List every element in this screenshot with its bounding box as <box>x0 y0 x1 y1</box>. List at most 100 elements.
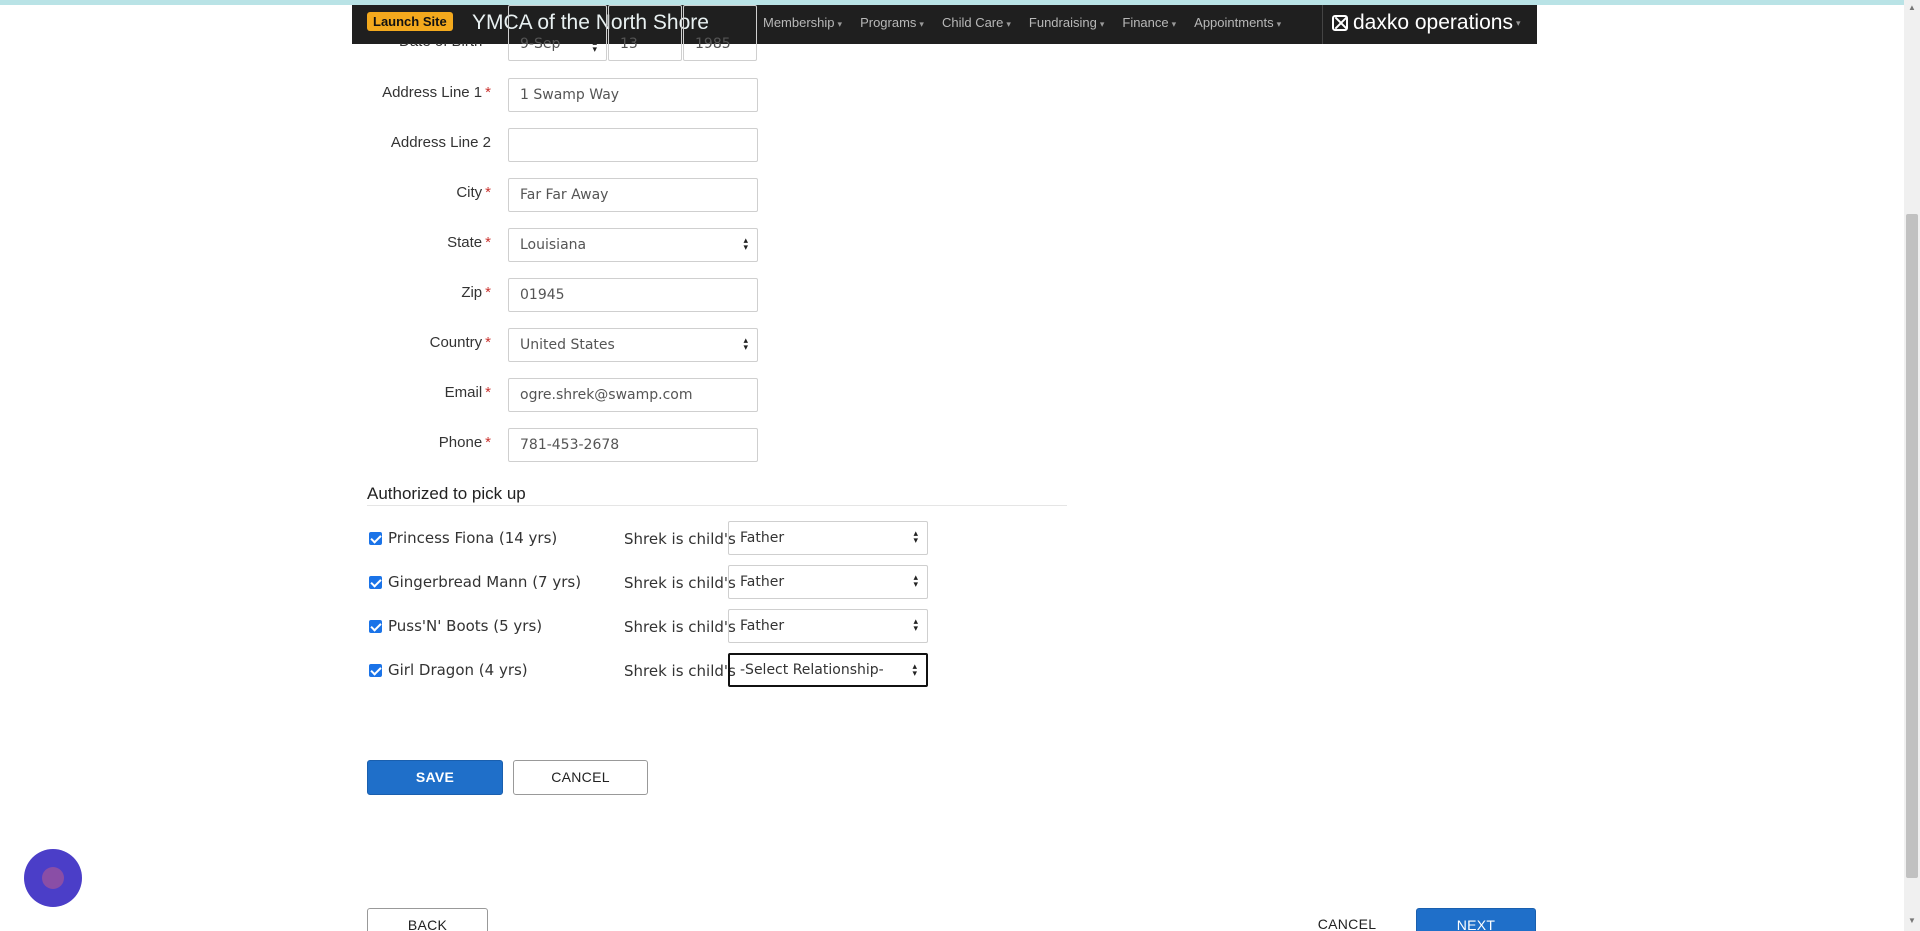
next-button[interactable]: NEXT <box>1416 908 1536 931</box>
relationship-value: -Select Relationship- <box>740 662 884 678</box>
email-input[interactable]: ogre.shrek@swamp.com <box>508 378 758 412</box>
email-row: Email * ogre.shrek@swamp.com <box>367 378 1167 412</box>
child-name: Girl Dragon (4 yrs) <box>388 661 528 679</box>
relation-text: Shrek is child's <box>624 662 736 680</box>
select-arrows-icon: ▴ ▾ <box>743 336 748 353</box>
launch-site-button[interactable]: Launch Site <box>367 12 453 31</box>
scrollbar-thumb[interactable] <box>1906 214 1918 878</box>
nav-divider <box>1322 5 1323 44</box>
zip-input[interactable]: 01945 <box>508 278 758 312</box>
country-value: United States <box>520 337 615 353</box>
relationship-value: Father <box>740 530 785 546</box>
caret-down-icon: ▾ <box>1006 19 1011 29</box>
zip-label: Zip * <box>461 284 491 301</box>
product-name: daxko operations <box>1353 11 1513 34</box>
dob-day-input[interactable]: 13 <box>608 5 682 61</box>
nav-appointments-label: Appointments <box>1194 15 1274 30</box>
select-arrows-icon: ▴ ▾ <box>913 529 918 546</box>
cancel-button[interactable]: CANCEL <box>513 760 648 795</box>
nav-programs[interactable]: Programs ▾ <box>851 5 933 44</box>
child-name: Princess Fiona (14 yrs) <box>388 529 558 547</box>
pickup-row: Girl Dragon (4 yrs) Shrek is child's -Se… <box>367 653 928 687</box>
pickup-checkbox[interactable] <box>369 576 382 589</box>
pickup-section-title: Authorized to pick up <box>367 484 526 503</box>
nav-programs-label: Programs <box>860 15 917 30</box>
relationship-select[interactable]: Father ▴ ▾ <box>728 521 928 555</box>
nav-fundraising-label: Fundraising <box>1028 15 1097 30</box>
relationship-value: Father <box>740 574 785 590</box>
country-label: Country * <box>429 334 491 351</box>
relationship-select[interactable]: -Select Relationship- ▴ ▾ <box>728 653 928 687</box>
daxko-logo-icon <box>1332 15 1348 31</box>
pickup-checkbox[interactable] <box>369 620 382 633</box>
scroll-up-icon[interactable]: ▲ <box>1908 3 1916 12</box>
phone-row: Phone * 781-453-2678 <box>367 428 1167 462</box>
nav-membership-label: Membership <box>763 15 835 30</box>
dob-month-select[interactable]: 9-Sep ▴ ▾ <box>508 5 607 61</box>
phone-input[interactable]: 781-453-2678 <box>508 428 758 462</box>
nav-child-care-label: Child Care <box>941 15 1004 30</box>
address1-row: Address Line 1 * 1 Swamp Way <box>367 78 1167 112</box>
relation-text: Shrek is child's <box>624 618 736 636</box>
caret-down-icon: ▾ <box>1515 17 1521 28</box>
nav-membership[interactable]: Membership ▾ <box>754 5 851 44</box>
city-row: City * Far Far Away <box>367 178 1167 212</box>
pickup-row: Gingerbread Mann (7 yrs) Shrek is child'… <box>367 565 928 599</box>
page-scrollbar[interactable]: ▲ ▼ <box>1904 0 1920 931</box>
scroll-down-icon[interactable]: ▼ <box>1908 916 1916 925</box>
footer-cancel-link[interactable]: CANCEL <box>1300 908 1394 931</box>
product-switcher[interactable]: daxko operations ▾ <box>1332 11 1520 35</box>
address2-input[interactable] <box>508 128 758 162</box>
caret-down-icon: ▾ <box>837 19 843 29</box>
country-select[interactable]: United States ▴ ▾ <box>508 328 758 362</box>
address1-input[interactable]: 1 Swamp Way <box>508 78 758 112</box>
dob-year-input[interactable]: 1985 <box>683 5 757 61</box>
nav-appointments[interactable]: Appointments ▾ <box>1185 5 1290 44</box>
pickup-row: Puss'N' Boots (5 yrs) Shrek is child's F… <box>367 609 928 643</box>
nav-fundraising[interactable]: Fundraising ▾ <box>1020 5 1113 44</box>
select-arrows-icon: ▴ ▾ <box>912 662 917 679</box>
zip-row: Zip * 01945 <box>367 278 1167 312</box>
relation-text: Shrek is child's <box>624 574 736 592</box>
section-divider <box>367 505 1067 506</box>
caret-down-icon: ▾ <box>1171 19 1177 29</box>
pickup-checkbox[interactable] <box>369 664 382 677</box>
pickup-checkbox[interactable] <box>369 532 382 545</box>
select-arrows-icon: ▴ ▾ <box>743 236 748 253</box>
address2-label: Address Line 2 <box>390 134 491 151</box>
country-row: Country * United States ▴ ▾ <box>367 328 1167 362</box>
save-button[interactable]: SAVE <box>367 760 503 795</box>
relationship-select[interactable]: Father ▴ ▾ <box>728 609 928 643</box>
nav-menu: Membership ▾ Programs ▾ Child Care ▾ Fundra… <box>754 5 1290 44</box>
nav-finance-label: Finance <box>1122 15 1169 30</box>
nav-child-care[interactable]: Child Care ▾ <box>933 5 1020 44</box>
relation-text: Shrek is child's <box>624 530 736 548</box>
city-label: City * <box>456 184 491 201</box>
address2-row: Address Line 2 <box>367 128 1167 162</box>
state-select[interactable]: Louisiana ▴ ▾ <box>508 228 758 262</box>
pickup-row: Princess Fiona (14 yrs) Shrek is child's… <box>367 521 928 555</box>
city-input[interactable]: Far Far Away <box>508 178 758 212</box>
select-arrows-icon: ▴ ▾ <box>913 573 918 590</box>
caret-down-icon: ▾ <box>919 19 924 29</box>
dob-month-value: 9-Sep <box>520 36 561 52</box>
caret-down-icon: ▾ <box>1276 19 1282 29</box>
state-label: State * <box>447 234 491 251</box>
email-label: Email * <box>444 384 491 401</box>
select-arrows-icon: ▴ ▾ <box>592 38 597 55</box>
child-name: Puss'N' Boots (5 yrs) <box>388 617 543 635</box>
relationship-value: Father <box>740 618 785 634</box>
select-arrows-icon: ▴ ▾ <box>913 617 918 634</box>
back-button[interactable]: BACK <box>367 908 488 931</box>
phone-label: Phone * <box>438 434 491 451</box>
chat-widget-icon[interactable] <box>24 849 82 907</box>
state-row: State * Louisiana ▴ ▾ <box>367 228 1167 262</box>
state-value: Louisiana <box>520 237 587 253</box>
address1-label: Address Line 1 * <box>382 84 491 101</box>
nav-finance[interactable]: Finance ▾ <box>1113 5 1185 44</box>
child-name: Gingerbread Mann (7 yrs) <box>388 573 582 591</box>
caret-down-icon: ▾ <box>1099 19 1105 29</box>
dob-day-value: 13 <box>620 36 638 52</box>
dob-year-value: 1985 <box>695 36 731 52</box>
relationship-select[interactable]: Father ▴ ▾ <box>728 565 928 599</box>
